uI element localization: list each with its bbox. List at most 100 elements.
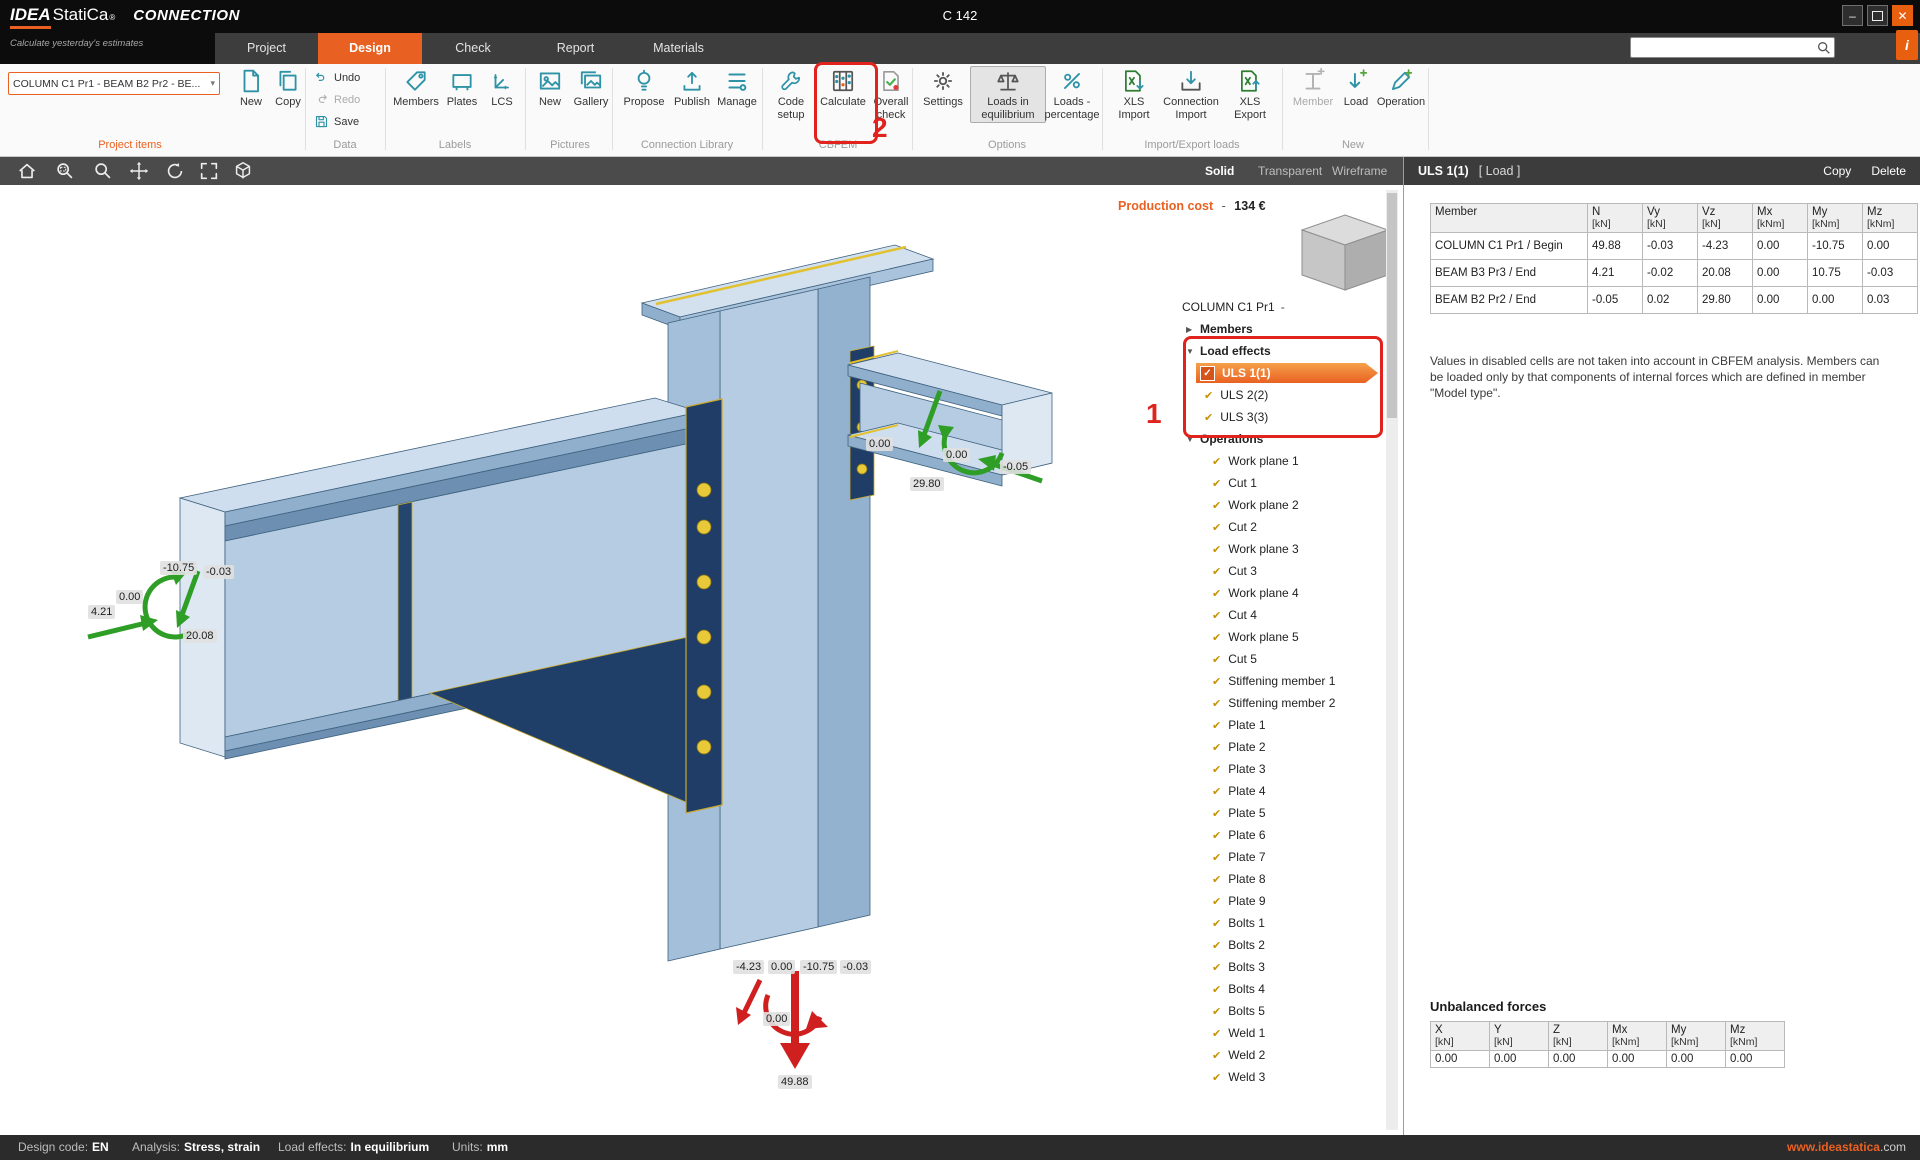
tab-materials[interactable]: Materials — [627, 33, 730, 64]
zoom-window-icon[interactable] — [54, 160, 76, 182]
check-icon[interactable]: ✔ — [1212, 565, 1221, 578]
check-icon[interactable]: ✔ — [1212, 477, 1221, 490]
value-cell[interactable]: 0.00 — [1753, 233, 1808, 260]
tab-check[interactable]: Check — [422, 33, 524, 64]
check-icon[interactable]: ✔ — [1212, 543, 1221, 556]
view-mode-transparent[interactable]: Transparent — [1258, 157, 1322, 185]
value-cell[interactable]: 49.88 — [1588, 233, 1643, 260]
tree-item-operation[interactable]: ✔Plate 7 — [1160, 846, 1386, 868]
view-mode-solid[interactable]: Solid — [1205, 157, 1234, 185]
nav-cube[interactable] — [1302, 215, 1388, 290]
tree-root-item[interactable]: COLUMN C1 Pr1 - — [1160, 296, 1386, 318]
code-setup-button[interactable]: Code setup — [768, 68, 814, 121]
check-icon[interactable]: ✔ — [1212, 939, 1221, 952]
check-icon[interactable]: ✔ — [1212, 895, 1221, 908]
tab-design[interactable]: Design — [318, 33, 422, 64]
labels-members-toggle[interactable]: Members — [392, 68, 440, 109]
section-cube-icon[interactable] — [232, 160, 254, 182]
tree-item-operation[interactable]: ✔Plate 3 — [1160, 758, 1386, 780]
tree-item-operation[interactable]: ✔Plate 9 — [1160, 890, 1386, 912]
value-cell[interactable]: -0.03 — [1643, 233, 1698, 260]
tree-item-operation[interactable]: ✔Stiffening member 2 — [1160, 692, 1386, 714]
tree-item-operation[interactable]: ✔Work plane 1 — [1160, 450, 1386, 472]
pan-icon[interactable] — [128, 160, 150, 182]
tree-item-uls-3[interactable]: ✔ULS 3(3) — [1160, 406, 1386, 428]
tree-item-operation[interactable]: ✔Work plane 5 — [1160, 626, 1386, 648]
check-icon[interactable]: ✔ — [1212, 763, 1221, 776]
close-button[interactable]: ✕ — [1892, 5, 1913, 26]
value-cell[interactable]: 0.02 — [1643, 287, 1698, 314]
tree-item-operation[interactable]: ✔Bolts 1 — [1160, 912, 1386, 934]
tree-item-operation[interactable]: ✔Cut 5 — [1160, 648, 1386, 670]
check-icon[interactable]: ✔ — [1212, 961, 1221, 974]
calculate-button[interactable]: Calculate — [820, 68, 866, 109]
check-icon[interactable]: ✔ — [1212, 873, 1221, 886]
check-icon[interactable]: ✔ — [1212, 521, 1221, 534]
settings-button[interactable]: Settings — [918, 68, 968, 109]
labels-plates-toggle[interactable]: Plates — [442, 68, 482, 109]
new-operation-button[interactable]: Operation — [1376, 68, 1426, 109]
value-cell[interactable]: -4.23 — [1698, 233, 1753, 260]
checked-checkbox-icon[interactable]: ✓ — [1200, 366, 1215, 381]
tree-item-operation[interactable]: ✔Plate 6 — [1160, 824, 1386, 846]
check-icon[interactable]: ✔ — [1212, 455, 1221, 468]
tree-item-operation[interactable]: ✔Bolts 2 — [1160, 934, 1386, 956]
save-button[interactable]: Save — [314, 114, 359, 129]
orbit-icon[interactable] — [164, 160, 186, 182]
end-plate-with-bolts[interactable] — [686, 399, 722, 813]
check-icon[interactable]: ✔ — [1212, 1049, 1221, 1062]
gallery-button[interactable]: Gallery — [570, 68, 612, 109]
delete-load-button[interactable]: Delete — [1871, 164, 1906, 178]
new-member-button[interactable]: Member — [1290, 68, 1336, 109]
check-icon[interactable]: ✔ — [1212, 785, 1221, 798]
tree-item-operation[interactable]: ✔Weld 1 — [1160, 1022, 1386, 1044]
value-cell[interactable]: 29.80 — [1698, 287, 1753, 314]
project-item-combobox[interactable]: COLUMN C1 Pr1 - BEAM B2 Pr2 - BE... ▾ — [8, 72, 220, 95]
tree-item-operation[interactable]: ✔Stiffening member 1 — [1160, 670, 1386, 692]
tree-item-operation[interactable]: ✔Work plane 4 — [1160, 582, 1386, 604]
check-icon[interactable]: ✔ — [1212, 983, 1221, 996]
loads-percentage-button[interactable]: Loads - percentage — [1044, 68, 1100, 121]
labels-lcs-toggle[interactable]: LCS — [484, 68, 520, 109]
value-cell[interactable]: 4.21 — [1588, 260, 1643, 287]
value-cell[interactable]: 0.00 — [1808, 287, 1863, 314]
tree-item-operation[interactable]: ✔Plate 4 — [1160, 780, 1386, 802]
check-icon[interactable]: ✔ — [1212, 917, 1221, 930]
check-icon[interactable]: ✔ — [1212, 609, 1221, 622]
tree-section-load-effects[interactable]: ▼ Load effects — [1160, 340, 1386, 362]
redo-button[interactable]: Redo — [314, 92, 360, 107]
check-icon[interactable]: ✔ — [1212, 587, 1221, 600]
xls-export-button[interactable]: XLS Export — [1224, 68, 1276, 121]
collapsed-triangle-icon[interactable]: ▶ — [1186, 325, 1200, 334]
value-cell[interactable]: 20.08 — [1698, 260, 1753, 287]
copy-project-item-button[interactable]: Copy — [270, 68, 306, 109]
new-picture-button[interactable]: New — [531, 68, 569, 109]
check-icon[interactable]: ✔ — [1212, 675, 1221, 688]
home-view-icon[interactable] — [16, 160, 38, 182]
publish-button[interactable]: Publish — [670, 68, 714, 109]
value-cell[interactable]: -0.05 — [1588, 287, 1643, 314]
tree-item-operation[interactable]: ✔Plate 5 — [1160, 802, 1386, 824]
selected-load-case-bar[interactable]: ✓ ULS 1(1) — [1196, 363, 1378, 383]
search-box[interactable] — [1630, 37, 1835, 58]
tree-item-operation[interactable]: ✔Plate 1 — [1160, 714, 1386, 736]
minimize-button[interactable]: – — [1842, 5, 1863, 26]
expanded-triangle-icon[interactable]: ▼ — [1186, 347, 1200, 356]
loads-in-equilibrium-toggle[interactable]: Loads in equilibrium — [970, 66, 1046, 123]
tree-section-operations[interactable]: ▼ Operations — [1160, 428, 1386, 450]
check-icon[interactable]: ✔ — [1204, 389, 1213, 402]
connection-import-button[interactable]: Connection Import — [1160, 68, 1222, 121]
tree-item-operation[interactable]: ✔Plate 8 — [1160, 868, 1386, 890]
xls-import-button[interactable]: XLS Import — [1110, 68, 1158, 121]
check-icon[interactable]: ✔ — [1212, 653, 1221, 666]
check-icon[interactable]: ✔ — [1212, 1071, 1221, 1084]
check-icon[interactable]: ✔ — [1212, 1005, 1221, 1018]
new-load-button[interactable]: Load — [1338, 68, 1374, 109]
tree-section-members[interactable]: ▶ Members — [1160, 318, 1386, 340]
website-link[interactable]: www.ideastatica.com — [1787, 1140, 1906, 1154]
tree-item-operation[interactable]: ✔Cut 2 — [1160, 516, 1386, 538]
tree-item-operation[interactable]: ✔Work plane 3 — [1160, 538, 1386, 560]
tree-item-operation[interactable]: ✔Weld 2 — [1160, 1044, 1386, 1066]
tree-item-operation[interactable]: ✔Cut 3 — [1160, 560, 1386, 582]
check-icon[interactable]: ✔ — [1212, 719, 1221, 732]
